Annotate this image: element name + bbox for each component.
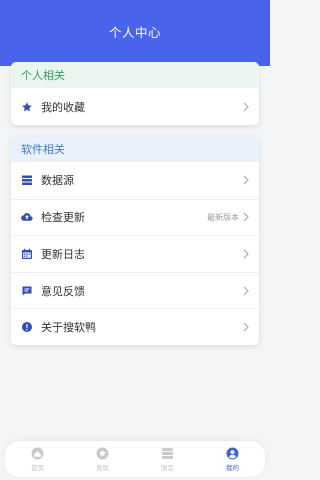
bottom-navigation: 首页 发现 限定 我的 [5,441,265,477]
star-icon [21,101,33,113]
menu-item-data-source[interactable]: 数据源 [11,162,259,199]
chevron-right-icon [242,286,250,296]
chevron-right-icon [242,175,250,185]
chevron-right-icon [242,102,250,112]
nav-tab-home[interactable]: 首页 [5,441,70,477]
page-title: 个人中心 [108,25,161,40]
menu-item-label: 更新日志 [41,247,85,261]
nav-tab-mine[interactable]: 我的 [200,441,265,477]
chevron-right-icon [242,212,250,222]
calendar-icon [21,248,33,260]
nav-label: 首页 [31,463,44,472]
info-icon [21,321,33,333]
menu-item-label: 关于搜软鸭 [41,321,96,335]
menu-item-label: 检查更新 [41,211,85,225]
chevron-right-icon [242,249,250,259]
nav-label: 发现 [96,463,109,472]
database-icon [21,174,33,186]
personal-section-card: 个人相关 我的收藏 [11,62,259,125]
chevron-right-icon [242,322,250,332]
menu-item-label: 数据源 [41,174,74,188]
section-header-personal: 个人相关 [11,62,259,88]
nav-tab-limited[interactable]: 限定 [135,441,200,477]
software-section-card: 软件相关 数据源 检查更新 最新版本 更新日志 意见反馈 关于搜软鸭 [11,136,259,345]
list-icon [161,447,174,460]
cloud-upload-icon [21,211,33,223]
latest-version-status: 最新版本 [207,212,239,222]
menu-item-label: 我的收藏 [41,100,85,114]
discover-icon [96,447,109,460]
chat-icon [21,285,33,297]
nav-label: 我的 [226,463,239,472]
menu-item-changelog[interactable]: 更新日志 [11,235,259,272]
nav-label: 限定 [161,463,174,472]
menu-item-favorites[interactable]: 我的收藏 [11,88,259,125]
menu-item-about[interactable]: 关于搜软鸭 [11,308,259,345]
menu-item-label: 意见反馈 [41,284,85,298]
top-app-bar: 个人中心 [0,0,270,66]
nav-tab-discover[interactable]: 发现 [70,441,135,477]
menu-item-feedback[interactable]: 意见反馈 [11,271,259,309]
section-header-software: 软件相关 [11,136,259,162]
menu-item-check-update[interactable]: 检查更新 最新版本 [11,198,259,236]
home-icon [31,447,44,460]
user-icon [226,447,239,460]
